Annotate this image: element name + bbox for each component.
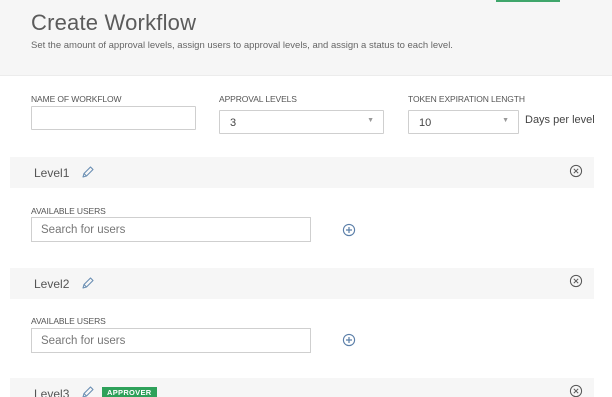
plus-circle-icon[interactable] xyxy=(342,223,356,237)
approver-badge: APPROVER xyxy=(102,387,157,397)
token-expiration-value: 10 xyxy=(419,117,432,129)
plus-circle-icon[interactable] xyxy=(342,333,356,347)
level-2-users-label: AVAILABLE USERS xyxy=(31,316,106,326)
header-accent-bar xyxy=(496,0,560,2)
close-circle-icon[interactable] xyxy=(569,384,583,397)
approval-levels-select[interactable]: 3 ▼ xyxy=(219,110,384,134)
level-1-search-input[interactable] xyxy=(31,217,311,242)
level-2-title: Level2 xyxy=(34,277,70,291)
token-expiration-suffix: Days per level xyxy=(525,114,595,126)
token-expiration-select[interactable]: 10 ▼ xyxy=(408,110,519,134)
approval-levels-label: APPROVAL LEVELS xyxy=(219,94,297,104)
level-3-title: Level3 xyxy=(34,387,70,397)
approval-levels-value: 3 xyxy=(230,117,237,129)
close-circle-icon[interactable] xyxy=(569,164,583,178)
page-title: Create Workflow xyxy=(31,10,197,35)
level-1-title: Level1 xyxy=(34,166,70,180)
level-1-users-label: AVAILABLE USERS xyxy=(31,206,106,216)
chevron-down-icon: ▼ xyxy=(502,117,509,124)
level-3-header: Level3 APPROVER xyxy=(10,378,594,397)
page-header: Create Workflow Set the amount of approv… xyxy=(0,0,612,76)
page-subtitle: Set the amount of approval levels, assig… xyxy=(31,40,453,51)
chevron-down-icon: ▼ xyxy=(367,117,374,124)
pencil-icon[interactable] xyxy=(81,385,95,397)
token-expiration-label: TOKEN EXPIRATION LENGTH xyxy=(408,94,525,104)
pencil-icon[interactable] xyxy=(81,165,95,179)
level-2-search-input[interactable] xyxy=(31,328,311,353)
workflow-name-input[interactable] xyxy=(31,106,196,130)
workflow-name-label: NAME OF WORKFLOW xyxy=(31,94,122,104)
pencil-icon[interactable] xyxy=(81,276,95,290)
level-2-header: Level2 xyxy=(10,268,594,299)
close-circle-icon[interactable] xyxy=(569,274,583,288)
level-1-header: Level1 xyxy=(10,157,594,188)
